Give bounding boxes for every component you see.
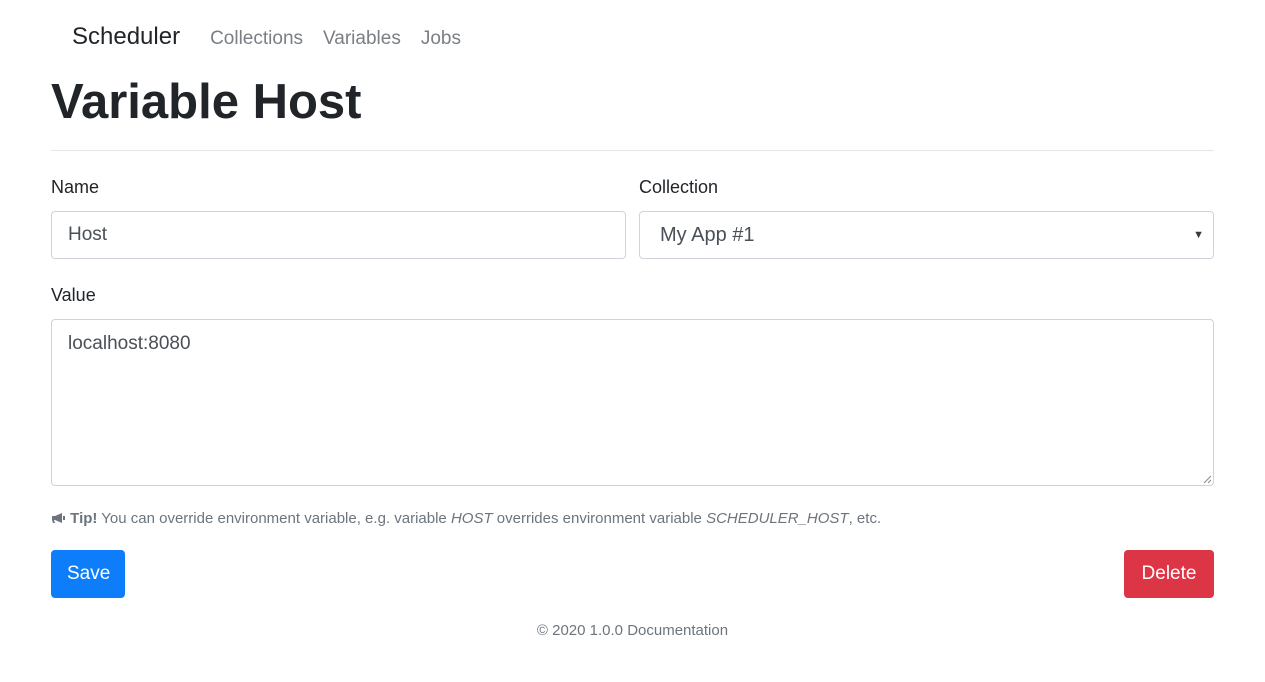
title-divider [51,150,1214,151]
save-button[interactable]: Save [51,550,125,598]
tip-text: Tip! You can override environment variab… [51,508,881,530]
chevron-down-icon: ▼ [1193,229,1204,241]
documentation-link[interactable]: Documentation [627,622,728,639]
tip-text-part: overrides environment variable [492,510,707,527]
megaphone-icon [52,513,65,523]
value-field-wrapper: localhost:8080 [51,319,1214,486]
page-title: Variable Host [51,75,362,129]
tip-text-part: , etc. [848,510,882,527]
top-navbar: Scheduler Collections Variables Jobs [72,20,481,56]
footer: © 2020 1.0.0 Documentation [0,620,1265,642]
tip-variable-example: HOST [450,510,493,527]
collection-select[interactable]: My App #1 ▼ [639,211,1214,259]
delete-button[interactable]: Delete [1124,550,1214,598]
resize-handle-icon[interactable] [1202,474,1212,484]
name-input[interactable] [51,211,626,259]
nav-link-collections[interactable]: Collections [210,22,303,56]
tip-label: Tip! [70,510,98,527]
tip-text-part: You can override environment variable, e… [97,510,451,527]
nav-link-jobs[interactable]: Jobs [421,22,461,56]
name-label: Name [51,177,100,197]
value-textarea[interactable]: localhost:8080 [51,319,1214,486]
footer-copyright: © 2020 1.0.0 [536,622,624,639]
brand-link[interactable]: Scheduler [72,20,180,54]
tip-env-example: SCHEDULER_HOST [706,510,849,527]
value-label: Value [51,285,96,305]
collection-label: Collection [639,177,719,197]
nav-link-variables[interactable]: Variables [323,22,401,56]
collection-selected-value: My App #1 [660,223,755,246]
